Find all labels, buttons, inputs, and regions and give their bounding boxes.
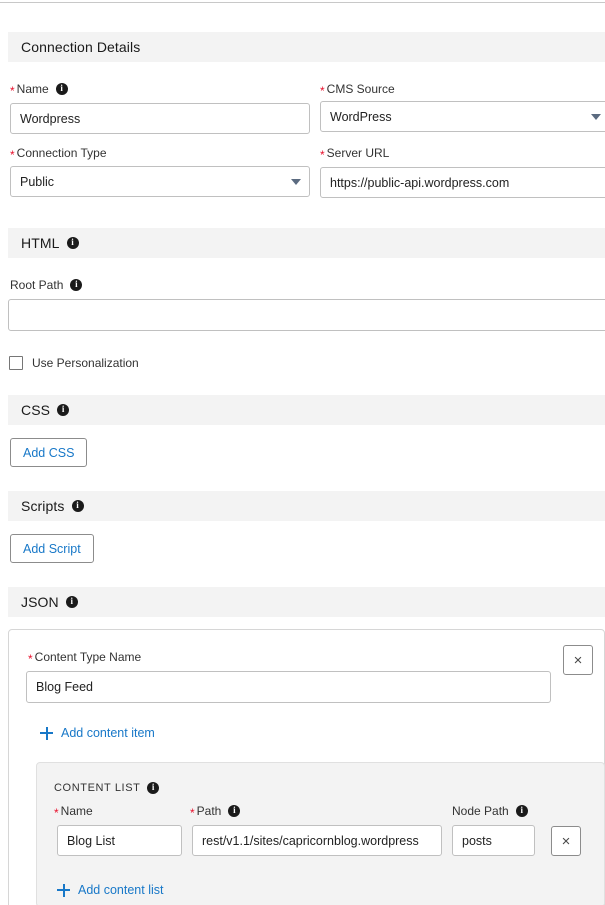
plus-icon-add-content-list: [57, 883, 70, 897]
info-icon-name[interactable]: [55, 83, 68, 95]
label-content-list-name-text: Name: [60, 804, 93, 818]
add-content-list-label: Add content list: [78, 883, 164, 897]
info-icon-json[interactable]: [65, 596, 78, 608]
label-name: * Name: [10, 82, 68, 98]
label-content-list-node-path: Node Path: [452, 804, 528, 818]
content-list-node-path-input[interactable]: [452, 825, 535, 856]
use-personalization-row[interactable]: Use Personalization: [9, 356, 139, 370]
label-cms-source: * CMS Source: [320, 82, 395, 98]
required-asterisk-content-list-path: *: [190, 806, 195, 820]
section-header-scripts: Scripts: [8, 491, 605, 521]
server-url-input[interactable]: [320, 167, 605, 198]
info-icon-content-list-path[interactable]: [228, 805, 241, 817]
section-title-html: HTML: [21, 235, 60, 251]
info-icon-css[interactable]: [57, 404, 70, 416]
remove-content-type-button[interactable]: ×: [563, 645, 593, 675]
section-title-json: JSON: [21, 594, 59, 610]
info-icon-content-list-node-path[interactable]: [515, 805, 528, 817]
section-title-css: CSS: [21, 402, 51, 418]
content-list-path-input[interactable]: [192, 825, 442, 856]
required-asterisk-cms-source: *: [320, 84, 325, 98]
label-cms-source-text: CMS Source: [326, 82, 395, 96]
section-header-json: JSON: [8, 587, 605, 617]
content-list-name-input[interactable]: [57, 825, 182, 856]
section-header-connection-details: Connection Details: [8, 32, 605, 62]
connection-type-value[interactable]: [10, 166, 310, 197]
cms-connection-form: Connection Details * Name * CMS Source *…: [0, 0, 605, 905]
label-connection-type: * Connection Type: [10, 146, 107, 162]
label-content-type-name: * Content Type Name: [28, 650, 142, 666]
add-script-button[interactable]: Add Script: [10, 534, 94, 563]
required-asterisk-name: *: [10, 84, 15, 98]
connection-type-select[interactable]: [10, 166, 310, 197]
required-asterisk-content-list-name: *: [54, 806, 59, 820]
required-asterisk-connection-type: *: [10, 148, 15, 162]
remove-content-list-row-button[interactable]: ×: [551, 826, 581, 856]
label-content-list-path-text: Path: [196, 804, 222, 818]
top-divider: [0, 2, 605, 3]
plus-icon-add-content-item: [40, 726, 53, 740]
add-css-button[interactable]: Add CSS: [10, 438, 88, 467]
content-type-name-input[interactable]: [26, 671, 551, 703]
label-connection-type-text: Connection Type: [16, 146, 107, 160]
add-content-item-button[interactable]: Add content item: [40, 726, 155, 740]
label-content-list-node-path-text: Node Path: [452, 804, 509, 818]
label-content-type-name-text: Content Type Name: [34, 650, 142, 664]
use-personalization-label: Use Personalization: [32, 356, 139, 370]
required-asterisk-server-url: *: [320, 148, 325, 162]
section-title-connection-details: Connection Details: [21, 39, 141, 55]
use-personalization-checkbox[interactable]: [9, 356, 23, 370]
root-path-input[interactable]: [8, 299, 605, 331]
content-list-title-text: CONTENT LIST: [54, 782, 141, 794]
info-icon-scripts[interactable]: [71, 500, 84, 512]
content-list-title: CONTENT LIST: [54, 782, 160, 794]
label-name-text: Name: [16, 82, 49, 96]
section-header-css: CSS: [8, 395, 605, 425]
cms-source-select[interactable]: [320, 101, 605, 132]
label-root-path-text: Root Path: [10, 278, 64, 292]
label-root-path: Root Path: [10, 278, 83, 292]
label-server-url-text: Server URL: [326, 146, 390, 160]
name-input[interactable]: [10, 103, 310, 134]
info-icon-html[interactable]: [66, 237, 79, 249]
label-content-list-path: * Path: [190, 804, 241, 820]
required-asterisk-content-type-name: *: [28, 652, 33, 666]
add-content-list-button[interactable]: Add content list: [57, 883, 163, 897]
label-content-list-name: * Name: [54, 804, 93, 820]
info-icon-content-list[interactable]: [147, 782, 160, 794]
label-server-url: * Server URL: [320, 146, 390, 162]
section-title-scripts: Scripts: [21, 498, 65, 514]
cms-source-value[interactable]: [320, 101, 605, 132]
section-header-html: HTML: [8, 228, 605, 258]
add-content-item-label: Add content item: [61, 726, 155, 740]
info-icon-root-path[interactable]: [70, 279, 83, 291]
